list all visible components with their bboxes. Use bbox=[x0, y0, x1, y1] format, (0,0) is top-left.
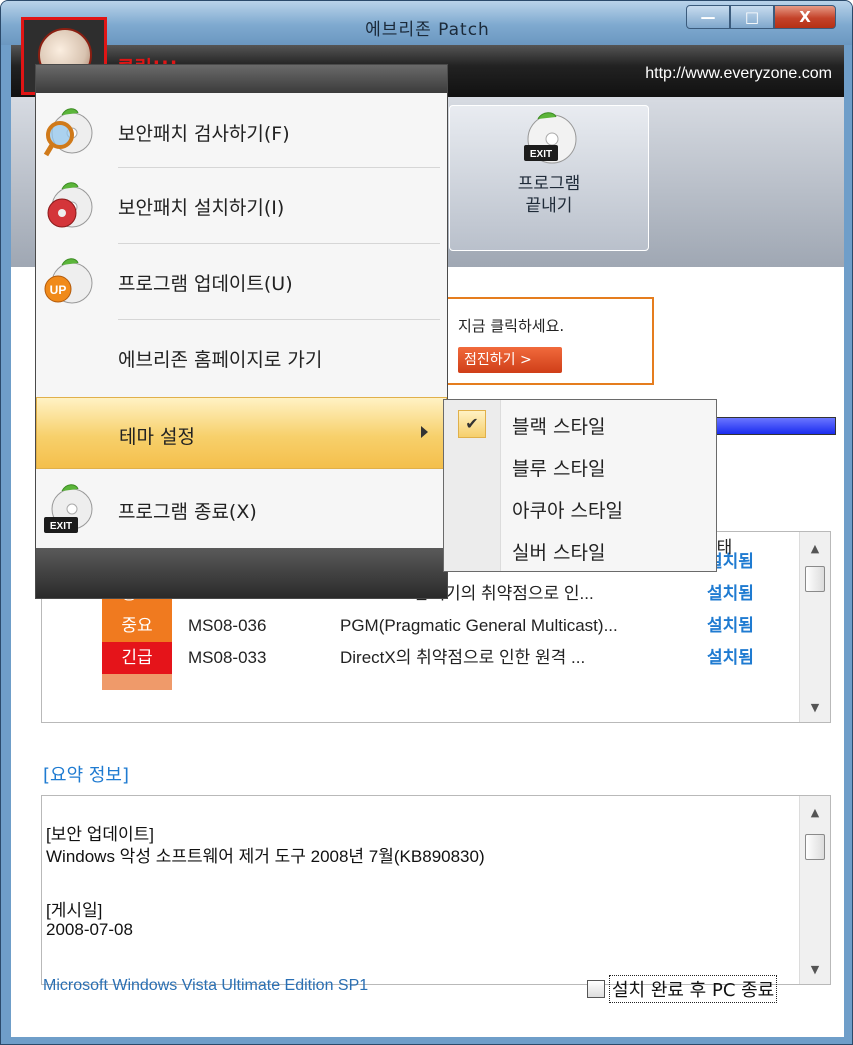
menu-item-install[interactable]: 보안패치 설치하기(I) bbox=[36, 169, 447, 243]
submenu-item-label: 블랙 스타일 bbox=[512, 416, 606, 438]
exit-cd-icon: EXIT bbox=[44, 484, 93, 533]
theme-submenu: ✔ 블랙 스타일 블루 스타일 아쿠아 스타일 실버 스타일 bbox=[443, 399, 717, 572]
submenu-item-label: 실버 스타일 bbox=[512, 542, 606, 564]
severity-badge bbox=[102, 674, 172, 690]
scroll-down-icon[interactable]: ▼ bbox=[800, 963, 830, 976]
submenu-arrow-icon bbox=[421, 426, 428, 438]
minimize-icon: — bbox=[700, 8, 716, 26]
title-bar[interactable]: 에브리존 Patch — □ X bbox=[1, 1, 852, 45]
install-cd-icon bbox=[47, 182, 93, 228]
submenu-item-aqua[interactable]: 아쿠아 스타일 bbox=[444, 488, 716, 528]
check-icon: ✔ bbox=[458, 410, 486, 438]
submenu-item-blue[interactable]: 블루 스타일 bbox=[444, 446, 716, 486]
shutdown-checkbox[interactable] bbox=[587, 980, 605, 998]
progress-bar bbox=[716, 417, 836, 435]
submenu-item-black[interactable]: ✔ 블랙 스타일 bbox=[444, 404, 716, 444]
promo-button[interactable]: 점진하기 > bbox=[458, 347, 562, 373]
menu-item-label: 테마 설정 bbox=[119, 426, 195, 448]
svg-text:UP: UP bbox=[50, 283, 67, 297]
severity-badge: 중요 bbox=[102, 610, 172, 642]
menu-item-label: 에브리존 홈페이지로 가기 bbox=[118, 349, 323, 371]
menu-item-homepage[interactable]: 에브리존 홈페이지로 가기 bbox=[36, 321, 447, 395]
exit-cd-icon: EXIT bbox=[524, 112, 577, 164]
table-row[interactable]: 긴급 MS08-033 DirectX의 취약점으로 인한 원격 ... 설치됨 bbox=[42, 642, 802, 674]
table-scrollbar[interactable]: ▲ ▼ bbox=[799, 532, 830, 722]
homepage-url[interactable]: http://www.everyzone.com bbox=[645, 65, 832, 83]
menu-header bbox=[36, 65, 447, 93]
scroll-up-icon[interactable]: ▲ bbox=[800, 806, 830, 819]
patch-id: MS08-036 bbox=[188, 616, 267, 635]
submenu-item-silver[interactable]: 실버 스타일 bbox=[444, 530, 716, 570]
menu-separator bbox=[118, 167, 440, 168]
os-info: Microsoft Windows Vista Ultimate Edition… bbox=[43, 977, 369, 994]
shutdown-option[interactable]: 설치 완료 후 PC 종료 bbox=[587, 975, 778, 1003]
menu-item-label: 프로그램 업데이트(U) bbox=[118, 273, 293, 295]
close-icon: X bbox=[799, 8, 811, 26]
patch-title: PGM(Pragmatic General Multicast)... bbox=[340, 616, 618, 635]
patch-id: MS08-033 bbox=[188, 648, 267, 667]
severity-badge: 긴급 bbox=[102, 642, 172, 674]
submenu-item-label: 블루 스타일 bbox=[512, 458, 606, 480]
scroll-down-icon[interactable]: ▼ bbox=[800, 701, 830, 714]
menu-item-label: 보안패치 설치하기(I) bbox=[118, 197, 285, 219]
minimize-button[interactable]: — bbox=[686, 5, 730, 29]
exit-label-line1: 프로그램 bbox=[517, 174, 581, 194]
promo-box: 지금 클릭하세요. 점진하기 > bbox=[416, 297, 654, 385]
magnifier-cd-icon bbox=[43, 108, 93, 157]
maximize-button[interactable]: □ bbox=[730, 5, 774, 29]
summary-title: [요약 정보] bbox=[43, 765, 130, 786]
exit-badge: EXIT bbox=[50, 521, 72, 532]
patch-title: DirectX의 취약점으로 인한 원격 ... bbox=[340, 648, 586, 667]
submenu-item-label: 아쿠아 스타일 bbox=[512, 500, 623, 522]
menu-item-update[interactable]: UP 프로그램 업데이트(U) bbox=[36, 245, 447, 319]
shutdown-label[interactable]: 설치 완료 후 PC 종료 bbox=[609, 975, 778, 1003]
scroll-thumb[interactable] bbox=[805, 566, 825, 592]
promo-text: 지금 클릭하세요. bbox=[458, 317, 565, 335]
exit-badge: EXIT bbox=[530, 149, 552, 160]
scroll-up-icon[interactable]: ▲ bbox=[800, 542, 830, 555]
summary-line: Windows 악성 소프트웨어 제거 도구 2008년 7월(KB890830… bbox=[46, 847, 485, 866]
summary-line: 2008-07-08 bbox=[46, 920, 133, 939]
menu-item-scan[interactable]: 보안패치 검사하기(F) bbox=[36, 95, 447, 169]
patch-status: 설치됨 bbox=[707, 648, 754, 668]
table-row-partial-bottom[interactable] bbox=[42, 674, 802, 690]
exit-label-line2: 끝내기 bbox=[525, 196, 573, 216]
window-controls: — □ X bbox=[686, 5, 836, 29]
menu-footer bbox=[36, 548, 447, 598]
summary-box: [보안 업데이트] Windows 악성 소프트웨어 제거 도구 2008년 7… bbox=[41, 795, 831, 985]
menu-item-label: 프로그램 종료(X) bbox=[118, 501, 257, 523]
update-up-icon: UP bbox=[44, 258, 93, 304]
app-menu: 보안패치 검사하기(F) 보안패치 설치하기(I) UP 프로그램 업데이트(U… bbox=[35, 64, 448, 599]
exit-program-toolbar-button[interactable]: EXIT 프로그램 끝내기 bbox=[449, 105, 649, 251]
app-window: 에브리존 Patch — □ X http://www.everyzone.co… bbox=[0, 0, 853, 1045]
menu-item-exit[interactable]: EXIT 프로그램 종료(X) bbox=[36, 473, 447, 547]
menu-item-label: 보안패치 검사하기(F) bbox=[118, 123, 290, 145]
summary-scrollbar[interactable]: ▲ ▼ bbox=[799, 796, 830, 984]
summary-line: [게시일] bbox=[46, 901, 103, 920]
maximize-icon: □ bbox=[744, 8, 760, 26]
patch-status: 설치됨 bbox=[707, 616, 754, 636]
menu-item-theme[interactable]: 테마 설정 bbox=[36, 397, 447, 469]
menu-separator bbox=[118, 319, 440, 320]
close-button[interactable]: X bbox=[774, 5, 836, 29]
table-row[interactable]: 중요 MS08-036 PGM(Pragmatic General Multic… bbox=[42, 610, 802, 642]
menu-separator bbox=[118, 243, 440, 244]
scroll-thumb[interactable] bbox=[805, 834, 825, 860]
patch-status: 설치됨 bbox=[707, 584, 754, 604]
